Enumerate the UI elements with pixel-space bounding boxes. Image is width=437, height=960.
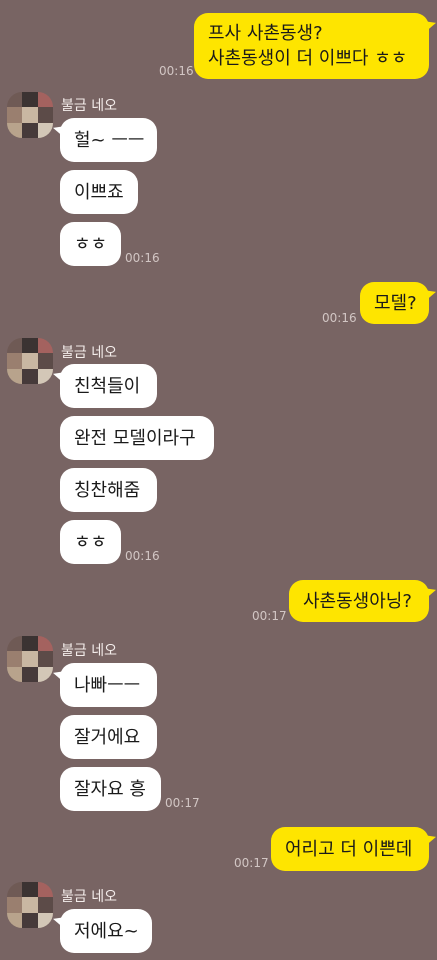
incoming-message-bubble[interactable]: 잘거에요 (60, 715, 157, 759)
message-text: 잘거에요 (74, 726, 141, 748)
message-text: ㅎㅎ (74, 233, 108, 255)
incoming-message-bubble[interactable]: ㅎㅎ (60, 222, 121, 266)
contact-name: 불금 네오 (61, 889, 117, 905)
pixelated-avatar-icon[interactable] (7, 338, 53, 384)
message-text: 칭찬해줌 (74, 479, 141, 501)
incoming-message-bubble[interactable]: 친척들이 (60, 364, 157, 408)
contact-name: 불금 네오 (61, 345, 117, 361)
pixelated-avatar-icon[interactable] (7, 636, 53, 682)
message-timestamp: 00:16 (322, 311, 357, 325)
incoming-message-bubble[interactable]: ㅎㅎ (60, 520, 121, 564)
incoming-message-bubble[interactable]: 잘자요 흥 (60, 767, 161, 811)
message-text: 친척들이 (74, 375, 141, 397)
message-line: 프사 사촌동생? (208, 23, 323, 44)
message-timestamp: 00:16 (125, 549, 160, 563)
message-text: 모델? (374, 292, 417, 314)
outgoing-message-bubble[interactable]: 사촌동생아닝? (289, 580, 429, 622)
message-text: 이쁘죠 (74, 181, 124, 203)
outgoing-message-bubble[interactable]: 프사 사촌동생? 사촌동생이 더 이쁘다 ㅎㅎ (194, 13, 429, 79)
incoming-message-bubble[interactable]: 완전 모델이라구 (60, 416, 214, 460)
outgoing-message-bubble[interactable]: 모델? (360, 282, 429, 324)
message-text: 사촌동생아닝? (303, 590, 412, 612)
message-text: 어리고 더 이쁜데 (285, 838, 413, 860)
message-text: ㅎㅎ (74, 531, 108, 553)
message-text: 나빠ㅡㅡ (74, 674, 141, 696)
outgoing-message-bubble[interactable]: 어리고 더 이쁜데 (271, 827, 429, 871)
pixelated-avatar-icon[interactable] (7, 882, 53, 928)
message-text: 저에요~ (74, 920, 139, 942)
message-timestamp: 00:16 (125, 251, 160, 265)
incoming-message-bubble[interactable]: 나빠ㅡㅡ (60, 663, 157, 707)
message-timestamp: 00:17 (252, 609, 287, 623)
contact-name: 불금 네오 (61, 643, 117, 659)
incoming-message-bubble[interactable]: 헐~ ㅡㅡ (60, 118, 157, 162)
message-timestamp: 00:16 (159, 64, 194, 78)
incoming-message-bubble[interactable]: 이쁘죠 (60, 170, 138, 214)
message-text: 잘자요 흥 (74, 778, 146, 800)
contact-name: 불금 네오 (61, 98, 117, 114)
message-line: 사촌동생이 더 이쁘다 ㅎㅎ (208, 48, 408, 69)
incoming-message-bubble[interactable]: 칭찬해줌 (60, 468, 157, 512)
message-timestamp: 00:17 (165, 796, 200, 810)
message-text: 헐~ ㅡㅡ (74, 129, 145, 151)
pixelated-avatar-icon[interactable] (7, 92, 53, 138)
message-text: 완전 모델이라구 (74, 427, 196, 449)
message-timestamp: 00:17 (234, 856, 269, 870)
incoming-message-bubble[interactable]: 저에요~ (60, 909, 152, 953)
